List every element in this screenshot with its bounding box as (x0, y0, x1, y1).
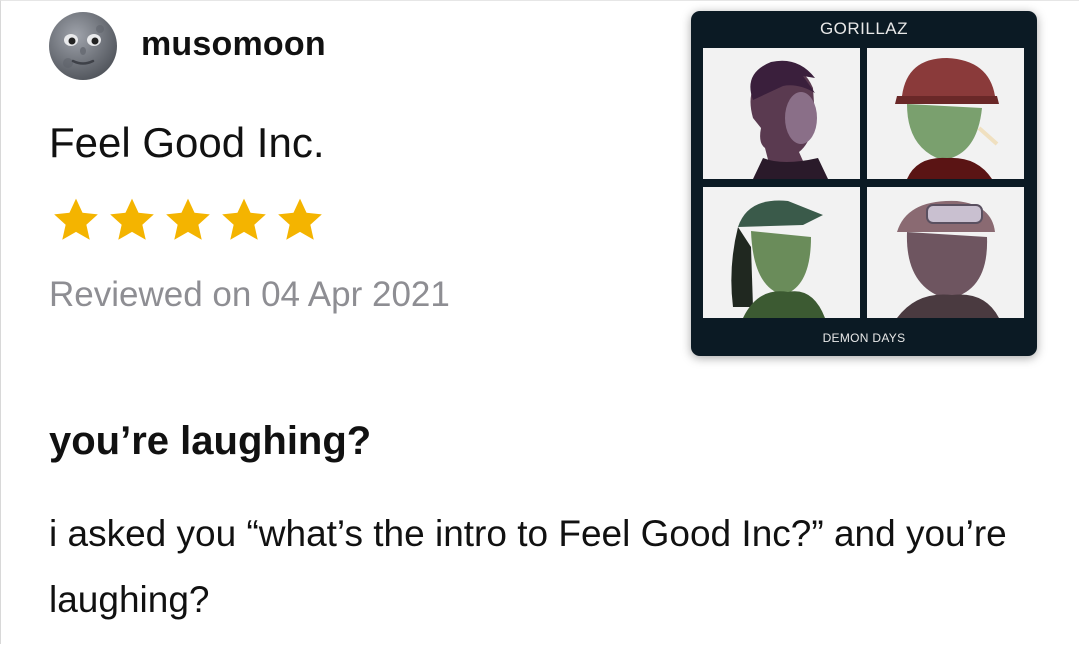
song-title: Feel Good Inc. (49, 119, 325, 166)
star-icon (110, 198, 154, 240)
cover-panel-2d (867, 48, 1024, 179)
cover-panel-noodle (703, 187, 860, 318)
album-artist: GORILLAZ (819, 19, 909, 38)
star-icon (222, 198, 266, 240)
album-title: DEMON DAYS (822, 331, 906, 345)
review-heading: you’re laughing? (49, 419, 372, 463)
star-icon (278, 198, 322, 240)
review-date: Reviewed on 04 Apr 2021 (49, 275, 450, 314)
moon-face-icon[interactable] (48, 11, 118, 81)
review-card: musomoon Feel Good Inc. Reviewed on 04 A… (0, 0, 1079, 644)
cover-panel-murdoc (703, 48, 860, 179)
username[interactable]: musomoon (141, 25, 326, 64)
star-icon (166, 198, 210, 240)
cover-panel-russel (867, 187, 1024, 318)
star-icon (54, 198, 98, 240)
review-body: i asked you “what’s the intro to Feel Go… (49, 513, 1007, 620)
album-cover[interactable]: GORILLAZ DEMON DAYS (691, 11, 1037, 356)
star-rating (49, 193, 327, 247)
